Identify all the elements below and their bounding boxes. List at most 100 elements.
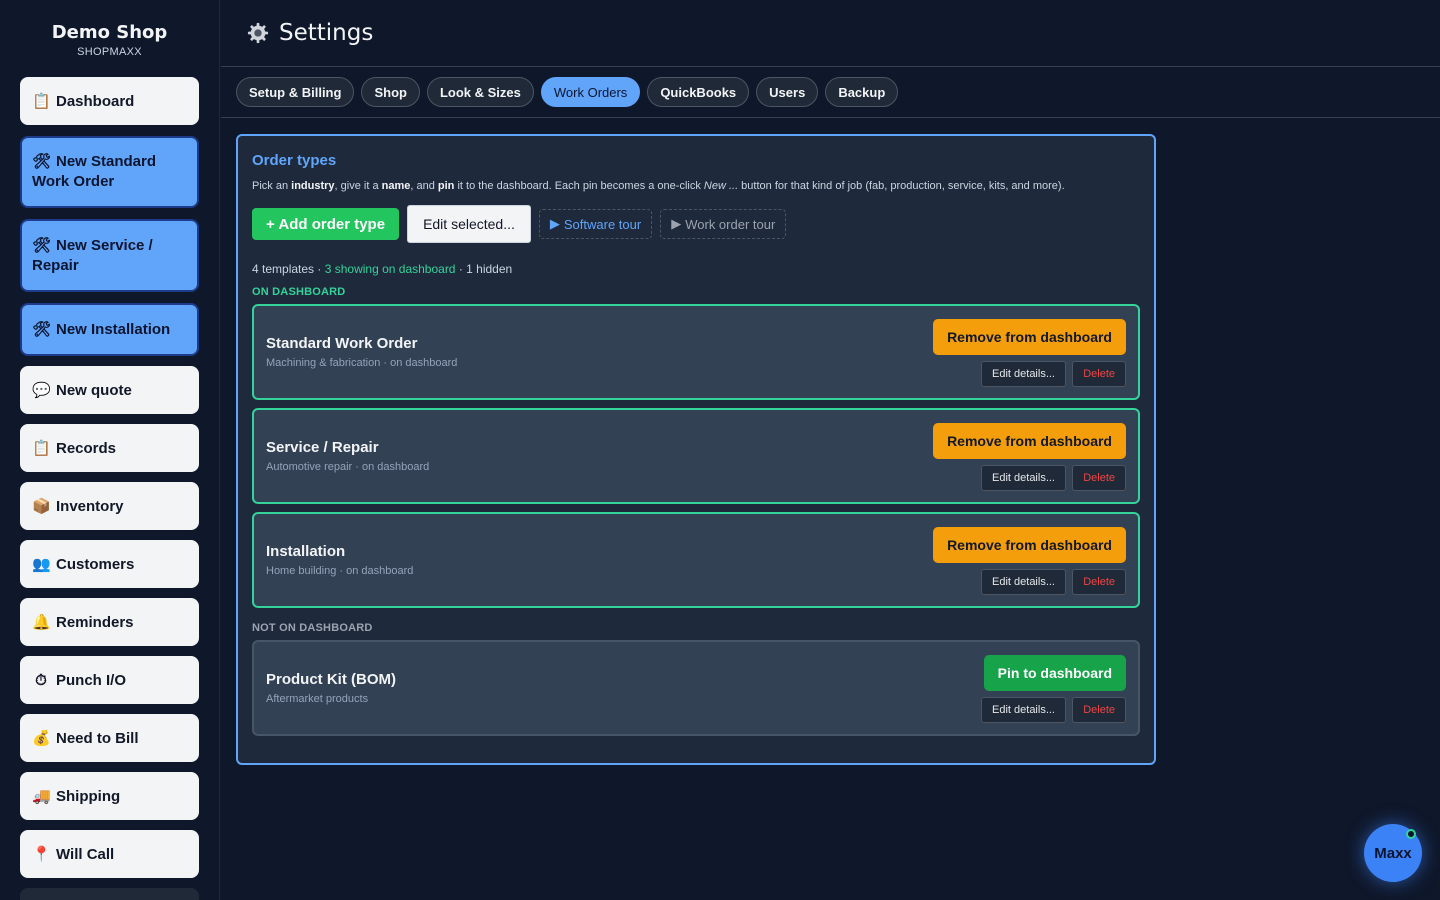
order-type-card: Standard Work Order Machining & fabricat… xyxy=(252,304,1140,400)
panel-actions: + Add order type Edit selected... ▶ Soft… xyxy=(252,205,1140,243)
money-bag-icon: 💰 xyxy=(32,730,51,747)
panel-description: Pick an industry, give it a name, and pi… xyxy=(252,180,1140,192)
sidebar-item-punch-io[interactable]: ⏱ Punch I/O xyxy=(20,656,199,704)
desc-text: button for that kind of job (fab, produc… xyxy=(738,180,1065,192)
pin-icon: 📍 xyxy=(32,846,51,863)
not-on-dashboard-label: NOT ON DASHBOARD xyxy=(252,622,373,634)
order-type-subtitle: Automotive repair · on dashboard xyxy=(266,461,430,473)
speech-bubble-icon: 💬 xyxy=(32,382,51,399)
brand-subtitle: SHOPMAXX xyxy=(77,46,142,58)
delete-button[interactable]: Delete xyxy=(1072,569,1126,595)
showing-count: 3 showing on dashboard xyxy=(324,262,456,276)
desc-text: , and xyxy=(410,180,438,192)
sidebar-item-label: Need to Bill xyxy=(56,729,139,747)
tab-shop[interactable]: Shop xyxy=(361,77,420,107)
sidebar-item-new-standard-work-order[interactable]: 🛠 New Standard Work Order xyxy=(20,136,199,208)
tools-icon: 🛠 xyxy=(32,236,52,254)
tools-icon: 🛠 xyxy=(32,153,52,170)
desc-bold-industry: industry xyxy=(291,180,335,192)
delete-button[interactable]: Delete xyxy=(1072,361,1126,387)
templates-summary: 4 templates · 3 showing on dashboard · 1… xyxy=(252,262,1140,276)
tools-icon: 🛠 xyxy=(32,320,52,338)
sidebar-item-customers[interactable]: 👥 Customers xyxy=(20,540,199,588)
sidebar-item-will-call[interactable]: 📍 Will Call xyxy=(20,830,199,878)
remove-from-dashboard-button[interactable]: Remove from dashboard xyxy=(933,319,1126,355)
order-type-card: Service / Repair Automotive repair · on … xyxy=(252,408,1140,504)
desc-italic-new: New ... xyxy=(703,180,739,192)
tab-work-orders[interactable]: Work Orders xyxy=(540,77,641,107)
desc-bold-name: name xyxy=(381,180,411,192)
hidden-count: · 1 hidden xyxy=(455,262,513,276)
order-type-card: Product Kit (BOM) Aftermarket products P… xyxy=(252,640,1140,736)
people-icon: 👥 xyxy=(32,556,51,573)
brand: Demo Shop SHOPMAXX xyxy=(0,0,219,68)
tab-look-sizes[interactable]: Look & Sizes xyxy=(426,77,534,107)
maxx-label: Maxx xyxy=(1374,844,1412,862)
summary-text: templates · xyxy=(258,262,325,276)
tab-quickbooks[interactable]: QuickBooks xyxy=(647,77,750,107)
sidebar-item-need-to-bill[interactable]: 💰 Need to Bill xyxy=(20,714,199,762)
edit-selected-button[interactable]: Edit selected... xyxy=(407,205,531,243)
desc-text: Pick an xyxy=(252,180,292,192)
order-type-name: Standard Work Order xyxy=(266,335,418,352)
order-type-name: Product Kit (BOM) xyxy=(266,671,396,688)
order-type-subtitle: Home building · on dashboard xyxy=(266,565,414,577)
work-order-tour-label: Work order tour xyxy=(685,216,776,232)
panel-title: Order types xyxy=(252,152,337,169)
sidebar-item-label-wrap: 🛠 New Service / Repair xyxy=(32,236,187,276)
sidebar-item-shipping[interactable]: 🚚 Shipping xyxy=(20,772,199,820)
page-header: Settings xyxy=(221,0,1440,67)
sidebar-item-dashboard[interactable]: 📋 Dashboard xyxy=(20,77,199,125)
sidebar-item-label: Dashboard xyxy=(56,92,135,110)
edit-details-button[interactable]: Edit details... xyxy=(981,569,1066,595)
tab-backup[interactable]: Backup xyxy=(825,77,899,107)
templates-count: 4 xyxy=(252,262,259,276)
order-type-subtitle: Machining & fabrication · on dashboard xyxy=(266,357,458,369)
tab-users[interactable]: Users xyxy=(756,77,819,107)
stopwatch-icon: ⏱ xyxy=(35,671,47,689)
sidebar-item-label: Will Call xyxy=(56,845,115,863)
clipboard-icon: 📋 xyxy=(32,440,51,457)
delete-button[interactable]: Delete xyxy=(1072,697,1126,723)
edit-details-button[interactable]: Edit details... xyxy=(981,697,1066,723)
edit-details-button[interactable]: Edit details... xyxy=(981,465,1066,491)
add-order-type-button[interactable]: + Add order type xyxy=(252,208,400,240)
sidebar-item-more[interactable] xyxy=(20,888,199,900)
sidebar-item-new-installation[interactable]: 🛠 New Installation xyxy=(20,303,199,356)
sidebar-item-inventory[interactable]: 📦 Inventory xyxy=(20,482,199,530)
desc-bold-pin: pin xyxy=(437,180,455,192)
desc-text: it to the dashboard. Each pin becomes a … xyxy=(454,180,704,192)
order-type-name: Service / Repair xyxy=(266,439,379,456)
page-title: Settings xyxy=(279,20,374,46)
play-icon: ▶ xyxy=(671,216,682,231)
sidebar-item-label: New Installation xyxy=(56,320,171,338)
sidebar-item-label: Records xyxy=(56,439,117,457)
sidebar-item-new-quote[interactable]: 💬 New quote xyxy=(20,366,199,414)
sidebar-item-label: Inventory xyxy=(56,497,124,515)
sidebar-item-label: New quote xyxy=(56,381,132,399)
settings-tabs: Setup & Billing Shop Look & Sizes Work O… xyxy=(221,67,1440,118)
tab-setup-billing[interactable]: Setup & Billing xyxy=(236,77,355,107)
order-type-card: Installation Home building · on dashboar… xyxy=(252,512,1140,608)
sidebar-item-reminders[interactable]: 🔔 Reminders xyxy=(20,598,199,646)
sidebar-item-records[interactable]: 📋 Records xyxy=(20,424,199,472)
sidebar-item-label: Punch I/O xyxy=(56,671,127,689)
pin-to-dashboard-button[interactable]: Pin to dashboard xyxy=(983,655,1126,691)
sidebar-item-new-service-repair[interactable]: 🛠 New Service / Repair xyxy=(20,219,199,292)
bell-icon: 🔔 xyxy=(32,614,51,631)
edit-details-button[interactable]: Edit details... xyxy=(981,361,1066,387)
gear-icon xyxy=(247,22,269,44)
clipboard-icon: 📋 xyxy=(32,93,51,110)
remove-from-dashboard-button[interactable]: Remove from dashboard xyxy=(933,423,1126,459)
order-type-subtitle: Aftermarket products xyxy=(266,693,369,705)
sidebar: Demo Shop SHOPMAXX 📋 Dashboard 🛠 New Stan… xyxy=(0,0,220,900)
remove-from-dashboard-button[interactable]: Remove from dashboard xyxy=(933,527,1126,563)
delete-button[interactable]: Delete xyxy=(1072,465,1126,491)
sidebar-item-label: Shipping xyxy=(56,787,121,805)
work-order-tour-button[interactable]: ▶ Work order tour xyxy=(660,209,787,239)
status-dot-icon xyxy=(1406,829,1416,839)
truck-icon: 🚚 xyxy=(32,788,51,805)
software-tour-button[interactable]: ▶ Software tour xyxy=(538,209,653,239)
maxx-assistant-button[interactable]: Maxx xyxy=(1364,824,1422,882)
software-tour-label: Software tour xyxy=(563,216,642,232)
